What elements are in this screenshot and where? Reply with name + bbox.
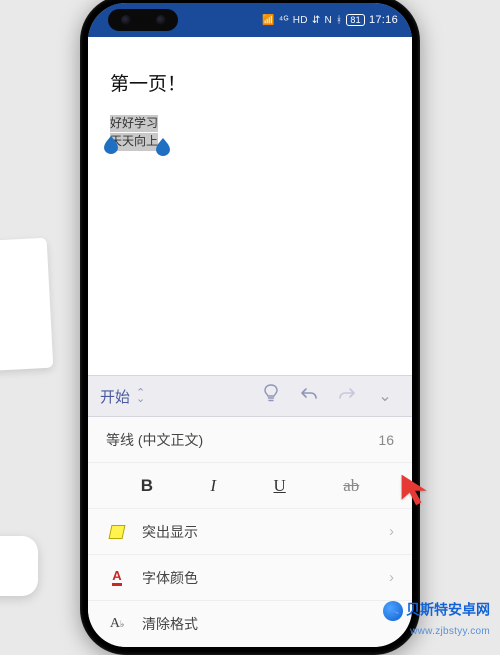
chevron-updown-icon: ⌃⌄ [136,390,145,402]
clear-format-row[interactable]: A♭ 清除格式 [88,601,412,647]
battery-pct: 81 [350,15,361,25]
clear-format-label: 清除格式 [142,614,394,634]
text-selection[interactable]: 好好学习 天天向上 [110,114,158,151]
chevron-right-icon: › [389,523,394,540]
chevron-right-icon: › [389,569,394,586]
desk-paper [0,238,53,373]
hotspot-icon: ⇵ [312,15,321,26]
nfc-icon: N [325,15,333,26]
watermark: 贝斯特安卓网 www.zjbstyy.com [383,601,490,638]
font-color-label: 字体颜色 [142,568,389,588]
tutorial-cursor-icon [398,471,434,507]
ribbon-tab-switcher[interactable]: 开始 ⌃⌄ [100,386,145,407]
watermark-logo-icon [383,601,403,621]
redo-icon[interactable] [332,386,362,407]
selection-handle-end[interactable] [156,138,170,156]
volte-icon: HD [293,15,308,26]
camera-cutout [108,9,178,31]
desk-airpods [0,536,38,596]
selected-line-1[interactable]: 好好学习 [110,115,158,132]
font-color-icon: A [106,569,128,586]
highlight-row[interactable]: 突出显示 › [88,509,412,555]
font-name[interactable]: 等线 (中文正文) [106,430,203,450]
watermark-cn: 贝斯特安卓网 [406,602,490,618]
bluetooth-icon: ᚼ [336,15,342,26]
underline-button[interactable]: U [274,476,286,496]
network-type: ⁴ᴳ [279,15,289,26]
clear-format-icon: A♭ [106,616,128,632]
highlight-label: 突出显示 [142,522,389,542]
bold-button[interactable]: B [141,476,153,496]
undo-icon[interactable] [294,386,324,407]
strike-button[interactable]: ab [343,476,359,496]
watermark-url: www.zjbstyy.com [410,626,490,637]
font-size[interactable]: 16 [378,432,394,448]
document-canvas[interactable]: 第一页！ 好好学习 天天向上 [88,37,412,375]
format-panel: 等线 (中文正文) 16 B I U ab 突出显示 › A 字体颜色 › A♭ [88,417,412,647]
tab-label: 开始 [100,386,130,407]
ribbon-header: 开始 ⌃⌄ ⌄ [88,375,412,417]
phone-screen: 📶 ⁴ᴳ HD ⇵ N ᚼ 81 17:16 第一页！ 好好学习 天天向上 [88,3,412,647]
battery-indicator: 81 [346,14,365,26]
italic-button[interactable]: I [210,476,216,496]
selection-handle-start[interactable] [104,136,118,154]
phone-frame: 📶 ⁴ᴳ HD ⇵ N ᚼ 81 17:16 第一页！ 好好学习 天天向上 [80,0,420,655]
page-title[interactable]: 第一页！ [110,69,390,96]
highlight-icon [106,525,128,539]
clock: 17:16 [369,14,398,26]
signal-icon: 📶 [262,15,275,26]
text-style-row: B I U ab [88,463,412,509]
collapse-ribbon-icon[interactable]: ⌄ [370,386,400,406]
font-color-row[interactable]: A 字体颜色 › [88,555,412,601]
font-row[interactable]: 等线 (中文正文) 16 [88,417,412,463]
tell-me-icon[interactable] [256,384,286,409]
